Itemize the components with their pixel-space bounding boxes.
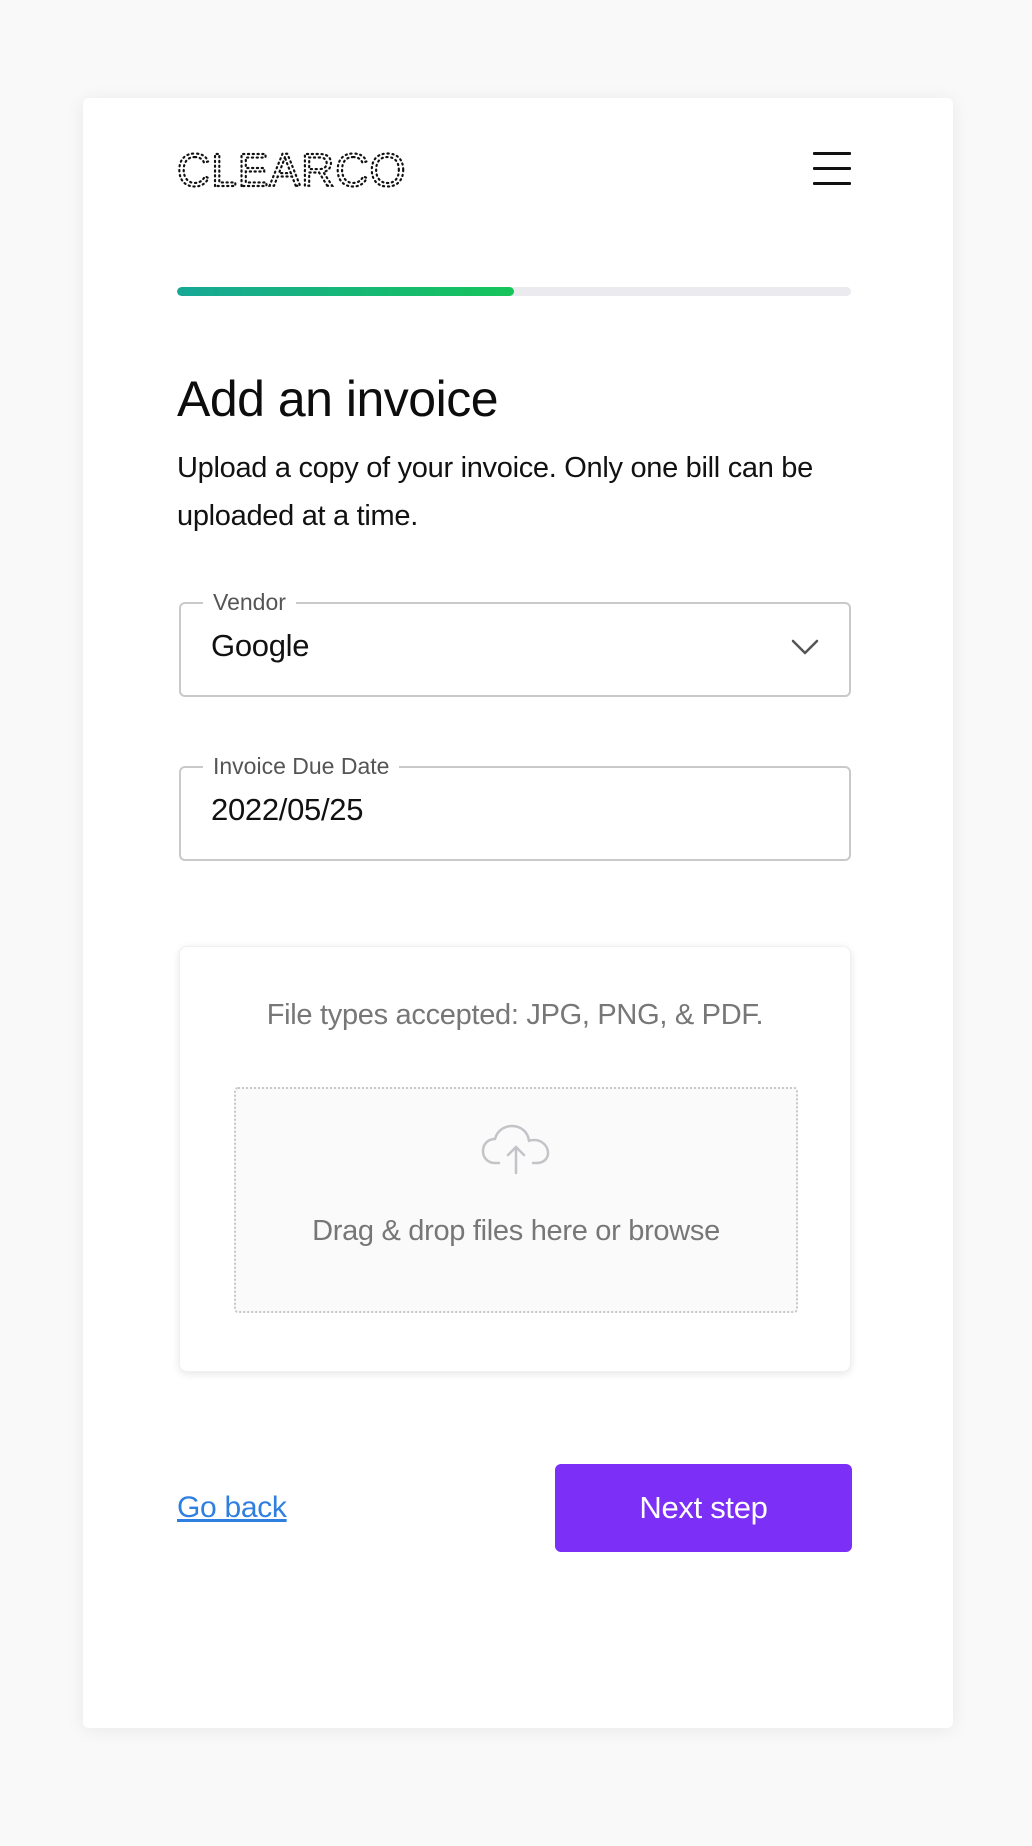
next-step-button[interactable]: Next step <box>555 1464 852 1552</box>
cloud-upload-icon <box>481 1124 550 1175</box>
accepted-file-types: File types accepted: JPG, PNG, & PDF. <box>266 999 764 1031</box>
hamburger-menu-icon[interactable] <box>813 152 851 186</box>
page-title: Add an invoice <box>177 371 499 427</box>
clearco-logo[interactable]: CLEARCO <box>177 148 437 192</box>
upload-panel: File types accepted: JPG, PNG, & PDF. Dr… <box>179 946 851 1372</box>
progress-bar-fill <box>177 287 514 296</box>
invoice-due-date-label: Invoice Due Date <box>203 751 400 781</box>
progress-bar <box>177 287 851 296</box>
page-subtitle: Upload a copy of your invoice. Only one … <box>177 452 813 532</box>
vendor-select[interactable]: Vendor Google <box>179 587 851 697</box>
vendor-value: Google <box>211 628 310 663</box>
dropzone-text: Drag & drop files here or browse <box>312 1215 720 1247</box>
invoice-due-date-value: 2022/05/25 <box>211 792 364 827</box>
logo-text: CLEARCO <box>177 148 406 192</box>
chevron-down-icon[interactable] <box>791 638 819 656</box>
invoice-due-date-field[interactable]: Invoice Due Date 2022/05/25 <box>179 751 851 861</box>
vendor-label: Vendor <box>203 587 296 617</box>
invoice-card: CLEARCO Add an invoice Upload a copy of … <box>83 98 953 1728</box>
go-back-link[interactable]: Go back <box>177 1491 287 1525</box>
file-dropzone[interactable]: Drag & drop files here or browse <box>234 1087 798 1313</box>
